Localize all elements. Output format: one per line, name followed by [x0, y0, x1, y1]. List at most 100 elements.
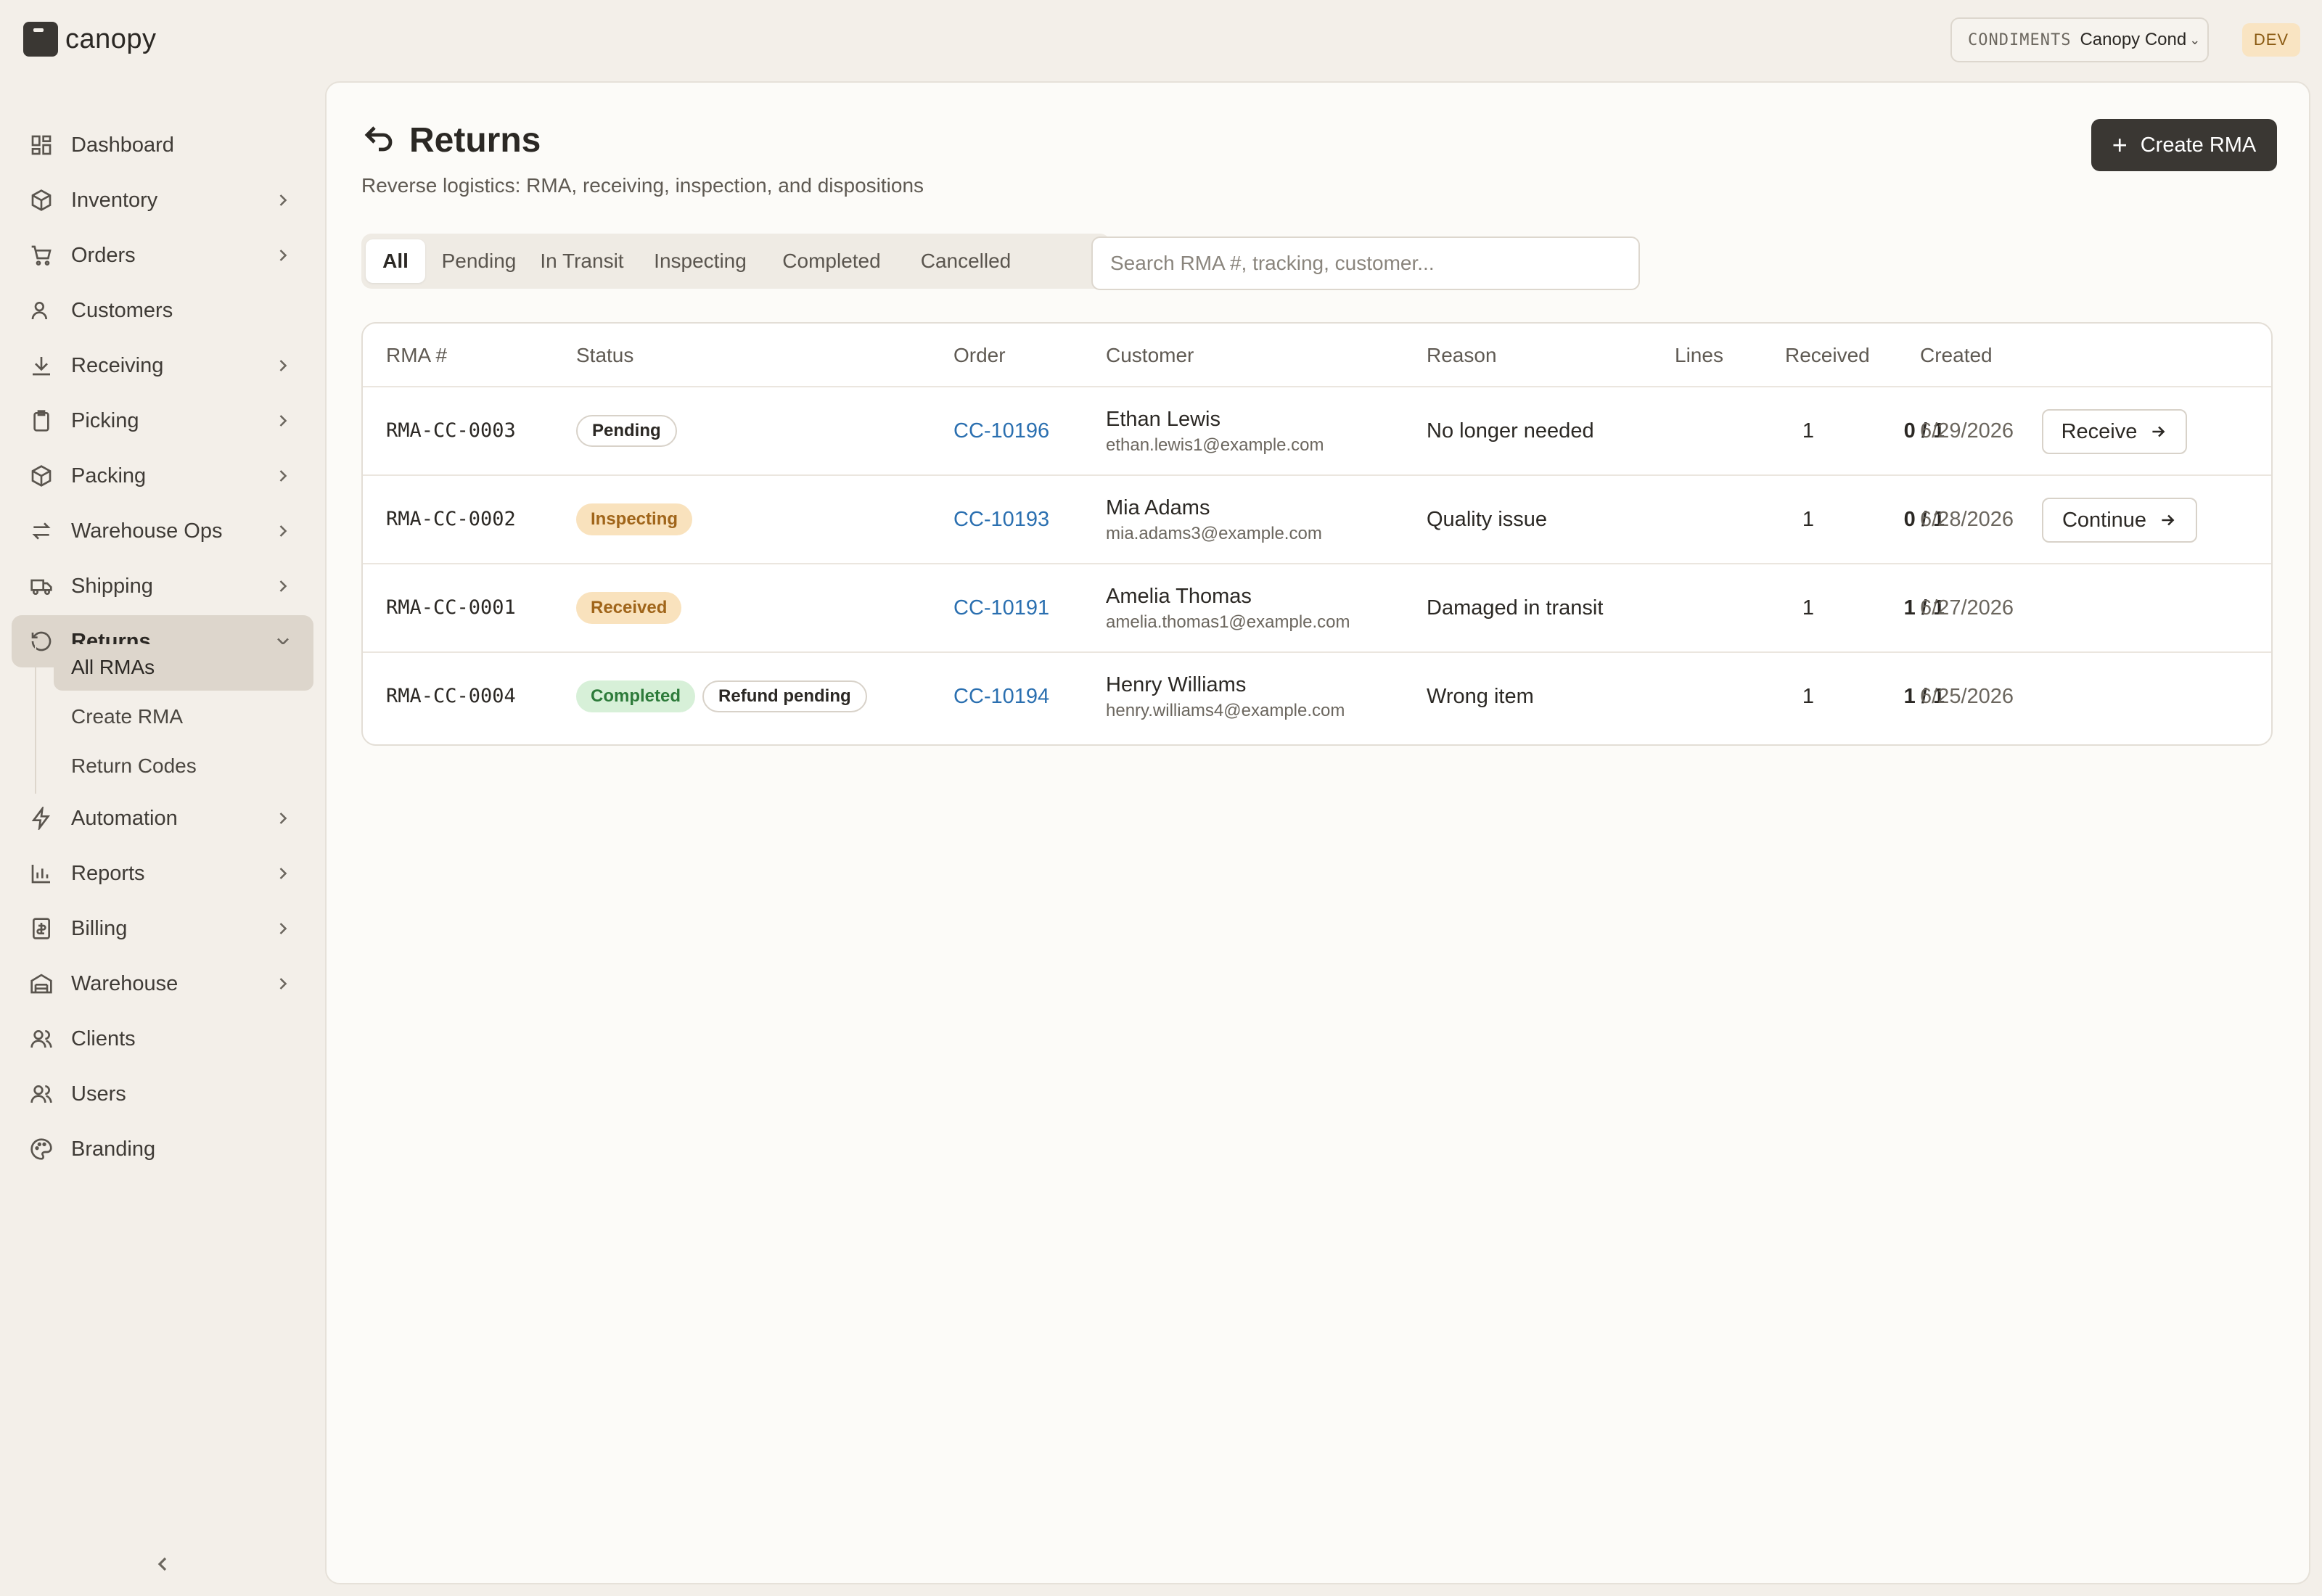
return-reason: Damaged in transit — [1427, 596, 1604, 620]
sidebar-item-shipping[interactable]: Shipping — [12, 560, 313, 612]
sidebar-item-billing[interactable]: Billing — [12, 902, 313, 955]
created-date: 6/27/2026 — [1920, 596, 2014, 620]
sidebar-item-warehouse-ops[interactable]: Warehouse Ops — [12, 505, 313, 557]
sidebar-item-automation[interactable]: Automation — [12, 792, 313, 844]
tab-in-transit[interactable]: In Transit — [531, 239, 633, 283]
sidebar-subitem-create-rma[interactable]: Create RMA — [54, 694, 313, 740]
continue-button[interactable]: Continue — [2042, 498, 2197, 543]
status-cell: Pending — [576, 415, 677, 447]
column-header-customer[interactable]: Customer — [1106, 344, 1194, 367]
sidebar-item-picking[interactable]: Picking — [12, 395, 313, 447]
collapse-sidebar-icon[interactable] — [151, 1552, 174, 1576]
table-row[interactable]: RMA-CC-0004 Completed Refund pending CC-… — [363, 653, 2271, 741]
status-cell: Completed Refund pending — [576, 680, 867, 712]
receipt-icon — [29, 916, 54, 941]
customer-email: mia.adams3@example.com — [1106, 524, 1322, 543]
sidebar-item-warehouse[interactable]: Warehouse — [12, 958, 313, 1010]
tab-inspecting[interactable]: Inspecting — [640, 239, 760, 283]
rma-number: RMA-CC-0003 — [386, 419, 516, 442]
env-badge: DEV — [2242, 23, 2300, 57]
sidebar-item-label: Packing — [71, 464, 147, 488]
column-header-rma[interactable]: RMA # — [386, 344, 447, 367]
page-title: Returns — [409, 121, 541, 160]
tenant-kind: CONDIMENTS — [1968, 30, 2072, 49]
column-header-received[interactable]: Received — [1785, 344, 1870, 367]
sidebar-item-receiving[interactable]: Receiving — [12, 340, 313, 392]
status-badge: Received — [576, 592, 682, 624]
table-row[interactable]: RMA-CC-0003 Pending CC-10196 Ethan Lewis… — [363, 387, 2271, 476]
table-header: RMA # Status Order Customer Reason Lines… — [363, 324, 2271, 387]
clipboard-icon — [29, 408, 54, 433]
line-count: 1 — [1802, 419, 1814, 443]
column-header-created[interactable]: Created — [1920, 344, 1993, 367]
sidebar-item-customers[interactable]: Customers — [12, 284, 313, 337]
canopy-logo-icon — [23, 22, 58, 57]
customer-name: Henry Williams — [1106, 673, 1247, 696]
continue-label: Continue — [2062, 508, 2147, 532]
tenant-name: Canopy Cond — [2080, 30, 2187, 49]
receive-button[interactable]: Receive — [2042, 409, 2187, 454]
order-link[interactable]: CC-10193 — [953, 508, 1049, 532]
rma-number: RMA-CC-0004 — [386, 685, 516, 707]
dashboard-icon — [29, 133, 54, 157]
sidebar-item-reports[interactable]: Reports — [12, 847, 313, 900]
status-cell: Inspecting — [576, 503, 693, 535]
sidebar-subitem-return-codes[interactable]: Return Codes — [54, 743, 313, 789]
brand[interactable]: canopy — [23, 22, 157, 57]
table-row[interactable]: RMA-CC-0001 Received CC-10191 Amelia Tho… — [363, 564, 2271, 653]
customer-email: amelia.thomas1@example.com — [1106, 612, 1350, 632]
sidebar-item-clients[interactable]: Clients — [12, 1013, 313, 1065]
top-bar: canopy CONDIMENTS Canopy Cond ⌄ DEV — [0, 0, 2322, 81]
sidebar-subitem-all-rmas[interactable]: All RMAs — [54, 644, 313, 691]
sidebar-item-users[interactable]: Users — [12, 1068, 313, 1120]
column-header-lines[interactable]: Lines — [1675, 344, 1723, 367]
sidebar: Dashboard Inventory Orders Customers Rec… — [0, 81, 325, 1596]
rma-table: RMA # Status Order Customer Reason Lines… — [361, 322, 2273, 746]
sidebar-item-branding[interactable]: Branding — [12, 1123, 313, 1175]
submenu-rail — [35, 641, 36, 794]
tenant-selector[interactable]: CONDIMENTS Canopy Cond ⌄ — [1950, 17, 2209, 62]
status-tabs: All Pending In Transit Inspecting Comple… — [361, 234, 1110, 289]
brand-name: canopy — [65, 23, 157, 54]
sidebar-item-label: Orders — [71, 243, 136, 267]
tab-all[interactable]: All — [366, 239, 425, 283]
order-link[interactable]: CC-10194 — [953, 685, 1049, 709]
status-badge: Inspecting — [576, 503, 693, 535]
chevron-right-icon — [273, 808, 293, 828]
package-icon — [29, 464, 54, 488]
bolt-icon — [29, 806, 54, 831]
created-date: 6/28/2026 — [1920, 508, 2014, 531]
customer-name: Ethan Lewis — [1106, 408, 1221, 431]
download-icon — [29, 353, 54, 378]
return-icon — [29, 629, 54, 654]
sidebar-item-inventory[interactable]: Inventory — [12, 174, 313, 226]
created-date: 6/25/2026 — [1920, 685, 2014, 708]
order-link[interactable]: CC-10196 — [953, 419, 1049, 443]
column-header-reason[interactable]: Reason — [1427, 344, 1497, 367]
column-header-status[interactable]: Status — [576, 344, 633, 367]
sidebar-item-dashboard[interactable]: Dashboard — [12, 119, 313, 171]
chevron-right-icon — [273, 355, 293, 376]
warehouse-icon — [29, 971, 54, 996]
tab-completed[interactable]: Completed — [768, 239, 895, 283]
table-row[interactable]: RMA-CC-0002 Inspecting CC-10193 Mia Adam… — [363, 476, 2271, 564]
order-link[interactable]: CC-10191 — [953, 596, 1049, 620]
sidebar-item-packing[interactable]: Packing — [12, 450, 313, 502]
tab-cancelled[interactable]: Cancelled — [903, 239, 1029, 283]
sidebar-item-label: Inventory — [71, 188, 158, 212]
sidebar-item-label: Customers — [71, 298, 173, 322]
line-count: 1 — [1802, 508, 1814, 531]
column-header-order[interactable]: Order — [953, 344, 1006, 367]
customer-email: henry.williams4@example.com — [1106, 701, 1345, 720]
customer-name: Amelia Thomas — [1106, 585, 1252, 608]
create-rma-button[interactable]: + Create RMA — [2091, 119, 2277, 171]
search-input[interactable] — [1091, 236, 1640, 290]
return-reason: Wrong item — [1427, 685, 1534, 708]
bar-chart-icon — [29, 861, 54, 886]
arrow-right-icon — [2152, 426, 2165, 437]
sidebar-item-orders[interactable]: Orders — [12, 229, 313, 281]
created-date: 6/29/2026 — [1920, 419, 2014, 443]
sidebar-item-label: Warehouse — [71, 971, 179, 995]
tab-pending[interactable]: Pending — [434, 239, 524, 283]
sidebar-item-label: Receiving — [71, 353, 164, 377]
